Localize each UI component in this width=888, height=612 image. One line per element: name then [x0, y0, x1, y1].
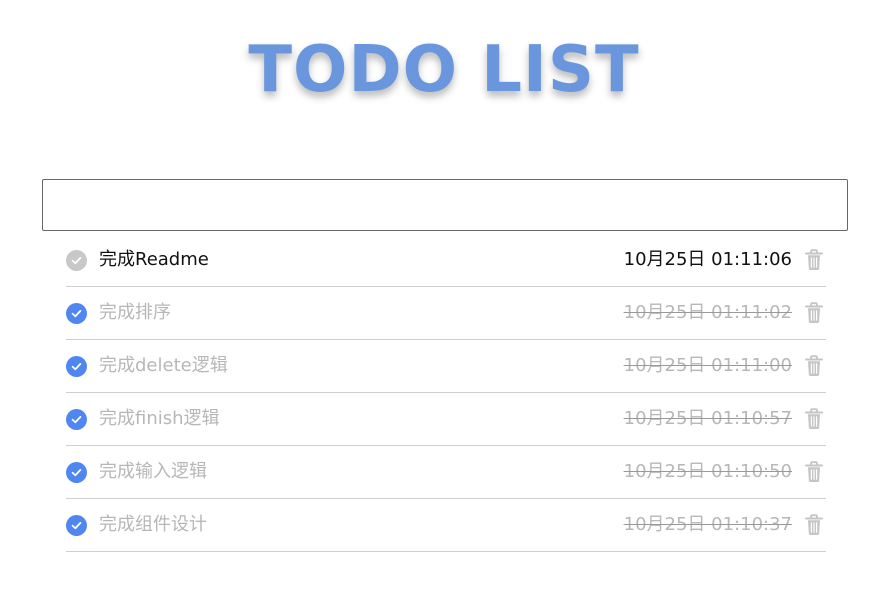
todo-item: 完成delete逻辑 10月25日 01:11:00	[66, 340, 826, 393]
trash-icon[interactable]	[804, 302, 824, 324]
check-mark-icon	[71, 309, 82, 317]
todo-text: 完成Readme	[99, 249, 209, 270]
todo-time: 10月25日 01:11:06	[623, 249, 792, 270]
todo-time: 10月25日 01:10:50	[623, 461, 792, 482]
todo-time: 10月25日 01:11:00	[623, 355, 792, 376]
trash-icon[interactable]	[804, 514, 824, 536]
todo-text: 完成组件设计	[99, 514, 207, 535]
check-icon[interactable]	[66, 408, 87, 430]
check-mark-icon	[71, 468, 82, 476]
todo-list: 完成Readme 10月25日 01:11:06 完成排序 10月25日 01:…	[66, 234, 826, 552]
todo-item: 完成finish逻辑 10月25日 01:10:57	[66, 393, 826, 446]
todo-text: 完成finish逻辑	[99, 408, 220, 429]
todo-item: 完成Readme 10月25日 01:11:06	[66, 234, 826, 287]
check-mark-icon	[71, 256, 82, 264]
app-title: TODO LIST	[248, 33, 640, 107]
todo-text: 完成delete逻辑	[99, 355, 228, 376]
new-todo-input[interactable]	[42, 179, 848, 231]
check-mark-icon	[71, 362, 82, 370]
trash-icon[interactable]	[804, 461, 824, 483]
check-mark-icon	[71, 415, 82, 423]
todo-text: 完成排序	[99, 302, 171, 323]
todo-text: 完成输入逻辑	[99, 461, 207, 482]
trash-icon[interactable]	[804, 249, 824, 271]
check-icon[interactable]	[66, 355, 87, 377]
check-icon[interactable]	[66, 461, 87, 483]
todo-item: 完成组件设计 10月25日 01:10:37	[66, 499, 826, 552]
todo-app: TODO LIST 完成Readme 10月25日 01:11:06 完成排序 …	[0, 0, 888, 612]
todo-item: 完成排序 10月25日 01:11:02	[66, 287, 826, 340]
check-icon[interactable]	[66, 302, 87, 324]
todo-item: 完成输入逻辑 10月25日 01:10:50	[66, 446, 826, 499]
check-icon[interactable]	[66, 249, 87, 271]
check-mark-icon	[71, 521, 82, 529]
check-icon[interactable]	[66, 514, 87, 536]
todo-time: 10月25日 01:10:57	[623, 408, 792, 429]
todo-time: 10月25日 01:11:02	[623, 302, 792, 323]
todo-time: 10月25日 01:10:37	[623, 514, 792, 535]
trash-icon[interactable]	[804, 408, 824, 430]
trash-icon[interactable]	[804, 355, 824, 377]
